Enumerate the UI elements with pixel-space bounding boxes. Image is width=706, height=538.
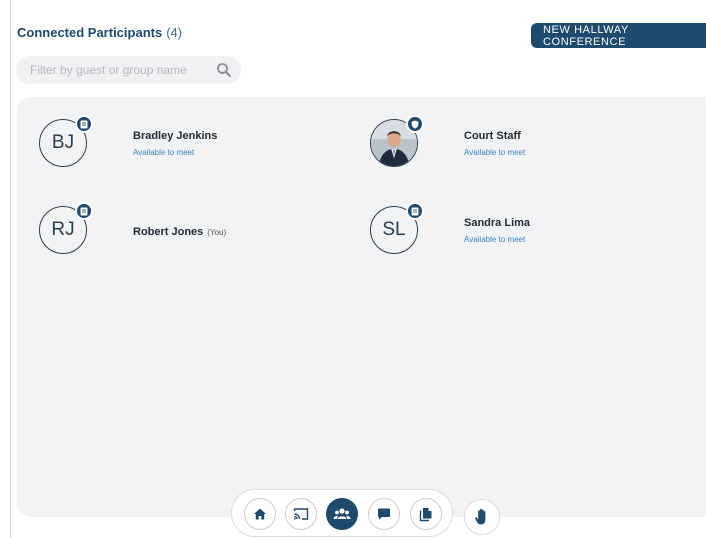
chat-icon <box>378 508 390 520</box>
participant-card-sandra-lima[interactable]: SL Sandra Lima Available to meet <box>370 202 670 266</box>
page-title-text: Connected Participants <box>17 25 163 40</box>
participant-card-court-staff[interactable]: Court Staff Available to meet <box>370 115 670 179</box>
shield-icon <box>406 115 424 133</box>
participant-name: Court Staff <box>464 130 521 142</box>
document-icon <box>406 202 424 220</box>
cast-icon <box>293 508 309 520</box>
avatar-initials: RJ <box>51 219 75 240</box>
participant-status: Available to meet <box>464 148 526 157</box>
new-hallway-conference-button[interactable]: NEW HALLWAY CONFERENCE <box>531 23 706 48</box>
home-icon <box>254 508 266 520</box>
document-icon <box>75 202 93 220</box>
you-label: (You) <box>207 228 227 237</box>
chat-button[interactable] <box>368 498 400 530</box>
participant-name: Sandra Lima <box>464 217 531 229</box>
participant-card-bradley-jenkins[interactable]: BJ Bradley Jenkins Available to meet <box>39 115 339 179</box>
raise-hand-icon <box>475 508 486 525</box>
avatar-initials: BJ <box>51 132 75 153</box>
participants-button[interactable] <box>326 498 358 530</box>
participants-icon <box>333 508 351 519</box>
raise-hand-button[interactable] <box>464 499 500 535</box>
participant-status: Available to meet <box>464 235 526 244</box>
cast-button[interactable] <box>285 498 317 530</box>
participant-name: Bradley Jenkins <box>133 130 218 142</box>
participant-name: Robert Jones (You) <box>133 226 226 238</box>
bottom-toolbar <box>231 489 453 537</box>
page-title: Connected Participants (4) <box>17 25 182 40</box>
documents-icon <box>419 507 432 521</box>
participants-panel: BJ Bradley Jenkins Available to meet Cou… <box>17 97 706 517</box>
document-icon <box>75 115 93 133</box>
documents-button[interactable] <box>410 498 442 530</box>
avatar-initials: SL <box>382 219 406 240</box>
participant-status: Available to meet <box>133 148 195 157</box>
participant-count: (4) <box>166 25 183 40</box>
participant-card-robert-jones[interactable]: RJ Robert Jones (You) <box>39 202 339 266</box>
participant-name-text: Robert Jones <box>133 226 204 238</box>
search-icon[interactable] <box>216 62 232 78</box>
search-input[interactable] <box>16 56 206 84</box>
search-field[interactable] <box>16 56 241 84</box>
home-button[interactable] <box>244 498 276 530</box>
